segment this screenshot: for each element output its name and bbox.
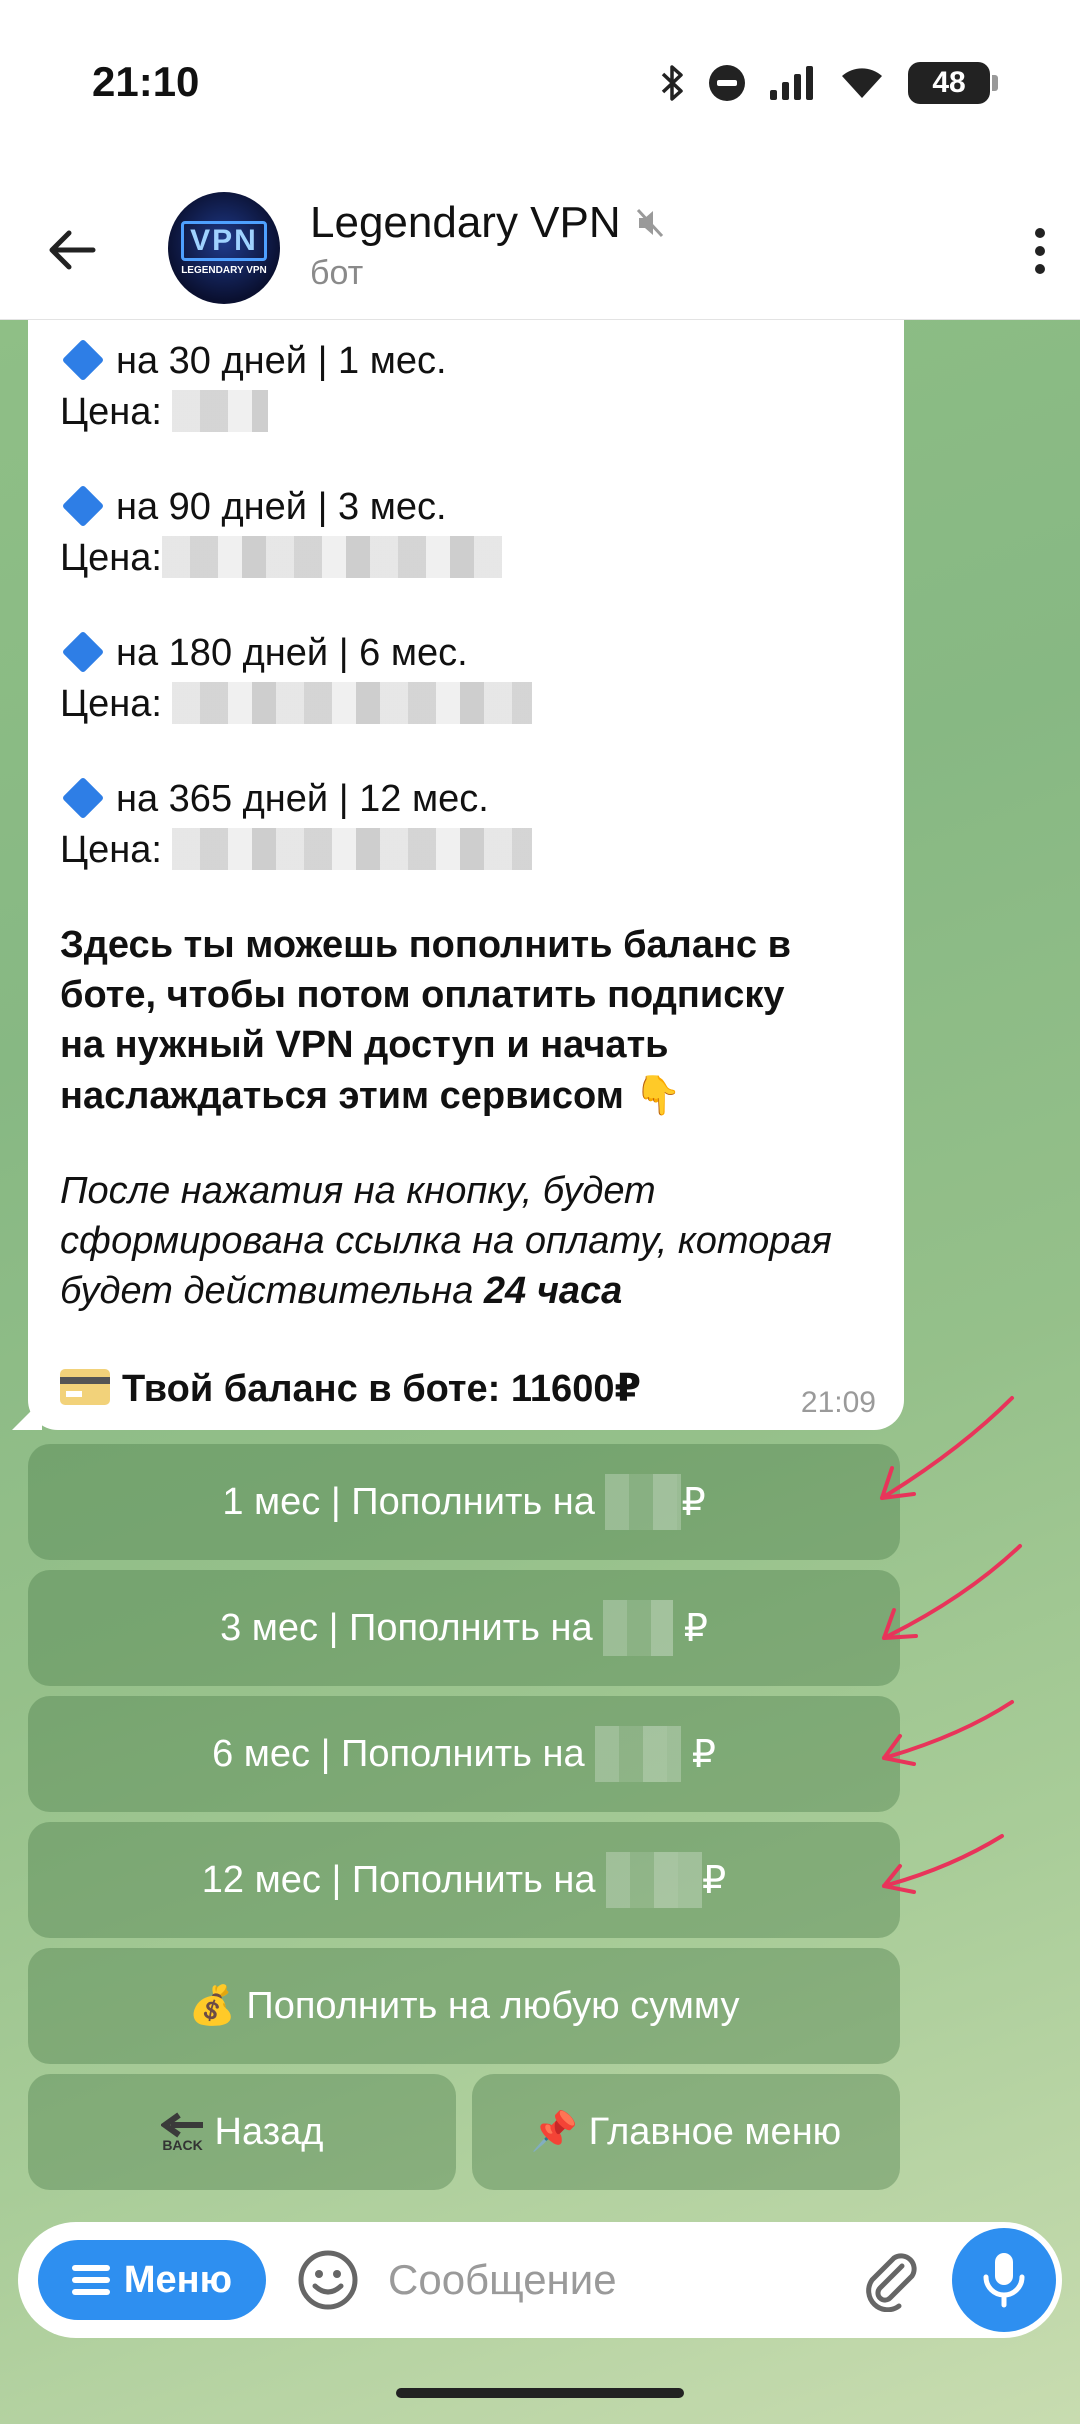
plan-2-title: на 90 дней | 3 мес.	[60, 484, 447, 529]
price-redacted	[172, 682, 533, 724]
topup-1-month-button[interactable]: 1 мес | Пополнить на ₽	[28, 1444, 900, 1560]
battery-indicator: 48	[908, 62, 998, 104]
annotation-arrow-icon	[880, 1396, 1014, 1500]
chat-title-text: Legendary VPN	[310, 198, 621, 247]
note-line: После нажатия на кнопку, будет	[60, 1170, 656, 1212]
hamburger-icon	[71, 2265, 110, 2295]
status-time: 21:10	[92, 58, 200, 105]
promo-line: наслаждаться этим сервисом 👇	[60, 1075, 682, 1117]
blue-diamond-icon	[61, 338, 105, 382]
main-menu-button[interactable]: 📌 Главное меню	[472, 2074, 900, 2190]
message-input[interactable]	[388, 2248, 848, 2312]
bot-message: на 30 дней | 1 мес. Цена: на 90 дней | 3…	[28, 320, 904, 1430]
annotation-arrow-icon	[882, 1834, 1004, 1894]
status-bar: 21:10 48	[0, 0, 1080, 180]
plan-4-title: на 365 дней | 12 мес.	[60, 776, 489, 821]
back-arrow-icon: BACK	[160, 2112, 205, 2152]
status-icons: 48	[660, 62, 998, 104]
more-dot-icon	[1035, 228, 1045, 238]
blue-diamond-icon	[61, 484, 105, 528]
bot-menu-button[interactable]: Меню	[38, 2240, 266, 2320]
note-bold: 24 часа	[483, 1270, 623, 1312]
annotation-arrow-icon	[882, 1544, 1022, 1640]
promo-line: боте, чтобы потом оплатить подписку	[60, 974, 785, 1016]
paperclip-icon[interactable]	[858, 2246, 924, 2312]
emoji-icon[interactable]	[296, 2248, 360, 2312]
plan-1-price: Цена:	[60, 390, 269, 434]
bluetooth-icon	[661, 65, 683, 101]
topup-6-month-button[interactable]: 6 мес | Пополнить на ₽	[28, 1696, 900, 1812]
promo-line: Здесь ты можешь пополнить баланс в	[60, 924, 791, 966]
topup-3-month-button[interactable]: 3 мес | Пополнить на ₽	[28, 1570, 900, 1686]
more-dot-icon	[1035, 264, 1045, 274]
amount-redacted	[603, 1600, 674, 1656]
annotation-arrow-icon	[882, 1700, 1014, 1766]
home-indicator[interactable]	[396, 2388, 684, 2398]
microphone-icon	[983, 2253, 1025, 2308]
wifi-icon	[842, 68, 882, 98]
topup-12-month-button[interactable]: 12 мес | Пополнить на ₽	[28, 1822, 900, 1938]
topup-any-amount-button[interactable]: 💰 Пополнить на любую сумму	[28, 1948, 900, 2064]
plan-3-price: Цена:	[60, 682, 533, 726]
price-redacted	[161, 536, 502, 578]
avatar[interactable]: VPN LEGENDARY VPN	[168, 192, 280, 304]
credit-card-icon	[60, 1369, 110, 1405]
amount-redacted	[605, 1474, 682, 1530]
more-dot-icon	[1035, 246, 1045, 256]
plan-2-price: Цена:	[60, 536, 502, 580]
avatar-logo-subtext: LEGENDARY VPN	[181, 264, 267, 276]
plan-4-price: Цена:	[60, 828, 533, 872]
plan-3-title: на 180 дней | 6 мес.	[60, 630, 468, 675]
back-menu-button[interactable]: BACK Назад	[28, 2074, 456, 2190]
amount-redacted	[595, 1726, 682, 1782]
plan-1-title: на 30 дней | 1 мес.	[60, 338, 447, 383]
chat-subtitle: бот	[310, 254, 364, 292]
chat-header: VPN LEGENDARY VPN Legendary VPN бот	[0, 180, 1080, 320]
blue-diamond-icon	[61, 630, 105, 674]
promo-line: на нужный VPN доступ и начать	[60, 1024, 669, 1066]
message-composer: Меню	[18, 2222, 1062, 2338]
balance-line: Твой баланс в боте: 11600₽	[60, 1366, 641, 1411]
signal-icon	[770, 66, 813, 100]
dnd-icon	[709, 65, 745, 101]
voice-record-button[interactable]	[952, 2228, 1056, 2332]
note-line: будет действительна 24 часа	[60, 1270, 623, 1312]
note-line: сформирована ссылка на оплату, которая	[60, 1220, 832, 1262]
more-menu-button[interactable]	[1020, 216, 1060, 286]
chat-title[interactable]: Legendary VPN	[310, 198, 665, 248]
back-button[interactable]	[42, 220, 102, 280]
arrow-left-icon	[49, 230, 96, 270]
avatar-logo-text: VPN	[181, 220, 267, 261]
message-time: 21:09	[800, 1386, 876, 1419]
amount-redacted	[606, 1852, 703, 1908]
mute-icon	[636, 208, 663, 238]
price-redacted	[172, 828, 533, 870]
blue-diamond-icon	[61, 776, 105, 820]
price-redacted	[172, 390, 269, 432]
